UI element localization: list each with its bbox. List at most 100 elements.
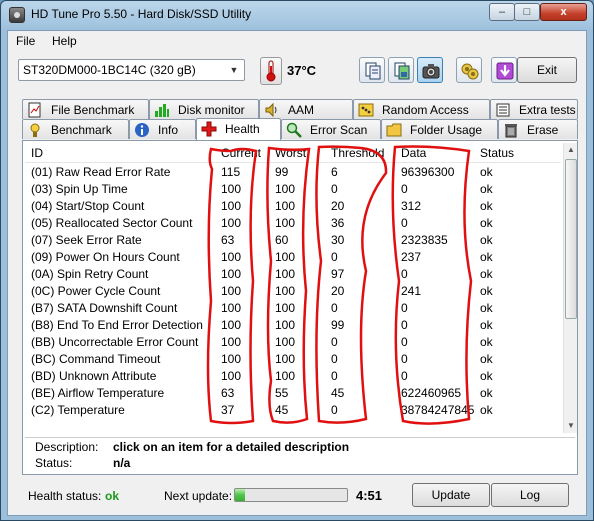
status-value: ok bbox=[480, 233, 493, 247]
data-value: 0 bbox=[401, 216, 408, 230]
tab-error-scan[interactable]: Error Scan bbox=[281, 119, 381, 139]
attribute-id: (04) Start/Stop Count bbox=[31, 199, 145, 213]
health-cross-icon bbox=[201, 121, 217, 137]
table-row[interactable]: (05) Reallocated Sector Count 100 100 36 0 ok bbox=[25, 215, 561, 232]
tab-label: AAM bbox=[288, 103, 315, 117]
tab-random-access[interactable]: Random Access bbox=[353, 99, 490, 119]
attribute-id: (BC) Command Timeout bbox=[31, 352, 161, 366]
drive-select[interactable]: ST320DM000-1BC14C (320 gB) ▼ bbox=[18, 59, 245, 81]
benchmark-icon bbox=[30, 123, 40, 137]
column-threshold[interactable]: Threshold bbox=[331, 146, 384, 160]
scroll-up-icon[interactable]: ▲ bbox=[564, 143, 578, 157]
save-icon bbox=[496, 62, 514, 80]
close-button[interactable]: x bbox=[540, 3, 587, 21]
menu-help[interactable]: Help bbox=[52, 34, 77, 48]
tab-disk-monitor[interactable]: Disk monitor bbox=[149, 99, 259, 119]
table-row[interactable]: (BC) Command Timeout 100 100 0 0 ok bbox=[25, 351, 561, 368]
menu-file[interactable]: File bbox=[16, 34, 35, 48]
column-worst[interactable]: Worst bbox=[275, 146, 306, 160]
table-row[interactable]: (07) Seek Error Rate 63 60 30 2323835 ok bbox=[25, 232, 561, 249]
update-button[interactable]: Update bbox=[412, 483, 490, 507]
log-button[interactable]: Log bbox=[491, 483, 569, 507]
trash-icon bbox=[505, 124, 517, 138]
table-row[interactable]: (BB) Uncorrectable Error Count 100 100 0 0 ok bbox=[25, 334, 561, 351]
scroll-thumb[interactable] bbox=[565, 159, 577, 319]
tab-extra-tests[interactable]: Extra tests bbox=[490, 99, 578, 119]
table-row[interactable]: (BD) Unknown Attribute 100 100 0 0 ok bbox=[25, 368, 561, 385]
table-row[interactable]: (0C) Power Cycle Count 100 100 20 241 ok bbox=[25, 283, 561, 300]
tab-erase[interactable]: Erase bbox=[498, 119, 578, 139]
table-row[interactable]: (C2) Temperature 37 45 0 38784247845 ok bbox=[25, 402, 561, 419]
attribute-id: (C2) Temperature bbox=[31, 403, 125, 417]
error-scan-icon bbox=[286, 122, 302, 138]
status-value: ok bbox=[480, 318, 493, 332]
exit-button[interactable]: Exit bbox=[517, 57, 577, 83]
tab-health[interactable]: Health bbox=[196, 118, 281, 140]
table-row[interactable]: (B7) SATA Downshift Count 100 100 0 0 ok bbox=[25, 300, 561, 317]
table-row[interactable]: (03) Spin Up Time 100 100 0 0 ok bbox=[25, 181, 561, 198]
smart-table[interactable]: ID Current Worst Threshold Data Status (… bbox=[25, 143, 561, 433]
attribute-id: (07) Seek Error Rate bbox=[31, 233, 142, 247]
threshold-value: 0 bbox=[331, 182, 338, 196]
table-scrollbar[interactable]: ▲ ▼ bbox=[563, 143, 577, 433]
tab-aam[interactable]: AAM bbox=[259, 99, 353, 119]
threshold-value: 99 bbox=[331, 318, 345, 332]
copy-screenshot-icon bbox=[394, 62, 410, 80]
tab-info[interactable]: Info bbox=[129, 119, 196, 139]
data-value: 0 bbox=[401, 369, 408, 383]
table-row[interactable]: (09) Power On Hours Count 100 100 0 237 ok bbox=[25, 249, 561, 266]
tab-label: Error Scan bbox=[310, 123, 368, 137]
tab-folder-usage[interactable]: Folder Usage bbox=[381, 119, 498, 139]
client-area: File Help ST320DM000-1BC14C (320 gB) ▼ 3… bbox=[7, 30, 587, 516]
table-row[interactable]: (04) Start/Stop Count 100 100 20 312 ok bbox=[25, 198, 561, 215]
table-row[interactable]: (01) Raw Read Error Rate 115 99 6 96396300 ok bbox=[25, 164, 561, 181]
status-value: ok bbox=[480, 182, 493, 196]
current-value: 63 bbox=[221, 386, 235, 400]
description-value: click on an item for a detailed descript… bbox=[113, 440, 350, 454]
maximize-button[interactable]: □ bbox=[514, 3, 540, 21]
threshold-value: 0 bbox=[331, 250, 338, 264]
options-button[interactable] bbox=[456, 57, 482, 83]
threshold-value: 0 bbox=[331, 301, 338, 315]
health-panel: ID Current Worst Threshold Data Status (… bbox=[22, 140, 578, 475]
worst-value: 55 bbox=[275, 386, 289, 400]
tab-file-benchmark[interactable]: File Benchmark bbox=[22, 99, 149, 119]
threshold-value: 0 bbox=[331, 403, 338, 417]
tab-strip: File Benchmark Disk monitor AAM Random A… bbox=[22, 99, 578, 141]
table-row[interactable]: (BE) Airflow Temperature 63 55 45 622460965 o… bbox=[25, 385, 561, 402]
tab-label: Extra tests bbox=[519, 103, 576, 117]
column-id[interactable]: ID bbox=[31, 146, 43, 160]
column-status[interactable]: Status bbox=[480, 146, 514, 160]
data-value: 622460965 bbox=[401, 386, 462, 400]
status-value: ok bbox=[480, 199, 493, 213]
threshold-value: 0 bbox=[331, 352, 338, 366]
save-button[interactable] bbox=[491, 57, 517, 83]
column-data[interactable]: Data bbox=[401, 146, 426, 160]
column-current[interactable]: Current bbox=[221, 146, 261, 160]
disk-monitor-icon bbox=[155, 104, 169, 117]
status-value: ok bbox=[480, 403, 493, 417]
thermometer-icon bbox=[260, 57, 282, 85]
temperature-readout: 37°C bbox=[287, 63, 317, 78]
toolbar: ST320DM000-1BC14C (320 gB) ▼ 37°C Exit bbox=[8, 53, 586, 91]
countdown-timer: 4:51 bbox=[356, 488, 383, 503]
table-row[interactable]: (B8) End To End Error Detection 100 100 99 0… bbox=[25, 317, 561, 334]
minimize-button[interactable]: – bbox=[489, 3, 515, 21]
data-value: 38784247845 bbox=[401, 403, 475, 417]
camera-button[interactable] bbox=[417, 57, 443, 83]
table-row[interactable]: (0A) Spin Retry Count 100 100 97 0 ok bbox=[25, 266, 561, 283]
title-bar[interactable]: HD Tune Pro 5.50 - Hard Disk/SSD Utility… bbox=[1, 1, 593, 29]
health-status-value: ok bbox=[105, 489, 120, 503]
threshold-value: 0 bbox=[331, 369, 338, 383]
tab-label: Health bbox=[225, 122, 260, 136]
copy-text-button[interactable] bbox=[359, 57, 385, 83]
data-value: 96396300 bbox=[401, 165, 455, 179]
scroll-down-icon[interactable]: ▼ bbox=[564, 419, 578, 433]
folder-icon bbox=[386, 123, 402, 137]
copy-screenshot-button[interactable] bbox=[388, 57, 414, 83]
status-value: ok bbox=[480, 369, 493, 383]
worst-value: 100 bbox=[275, 301, 296, 315]
current-value: 100 bbox=[221, 318, 242, 332]
tab-benchmark[interactable]: Benchmark bbox=[22, 119, 129, 139]
current-value: 100 bbox=[221, 267, 242, 281]
